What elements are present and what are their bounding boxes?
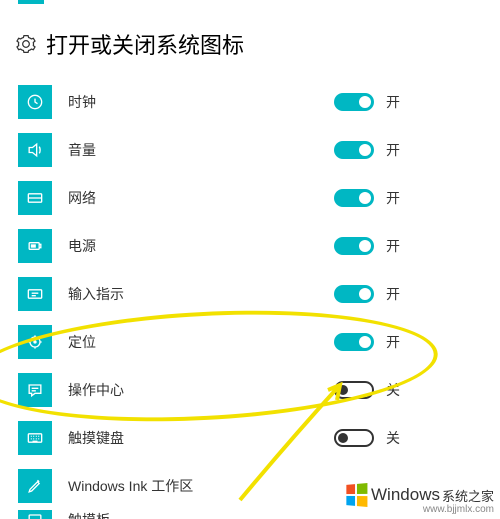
- watermark: Windows 系统之家 www.bjjmlx.com: [339, 480, 500, 519]
- network-icon: [18, 181, 52, 215]
- toggle-network[interactable]: [334, 189, 374, 207]
- toggle-volume[interactable]: [334, 141, 374, 159]
- toggle-touch-keyboard[interactable]: [334, 429, 374, 447]
- page-title: 打开或关闭系统图标: [46, 28, 244, 60]
- label-touch-keyboard: 触摸键盘: [68, 428, 334, 448]
- label-power: 电源: [68, 236, 334, 256]
- power-icon: [18, 229, 52, 263]
- state-action-center: 关: [386, 380, 400, 400]
- state-location: 开: [386, 332, 400, 352]
- volume-icon: [18, 133, 52, 167]
- windows-ink-icon: [18, 469, 52, 503]
- toggle-action-center[interactable]: [334, 381, 374, 399]
- toggle-ime[interactable]: [334, 285, 374, 303]
- row-ime: 输入指示 开: [18, 270, 500, 318]
- accent-bar-fragment: [18, 0, 44, 4]
- row-action-center: 操作中心 关: [18, 366, 500, 414]
- toggle-power[interactable]: [334, 237, 374, 255]
- watermark-suffix: 系统之家: [442, 486, 494, 505]
- toggle-location[interactable]: [334, 333, 374, 351]
- row-clock: 时钟 开: [18, 78, 500, 126]
- state-touch-keyboard: 关: [386, 428, 400, 448]
- input-indicator-icon: [18, 277, 52, 311]
- label-action-center: 操作中心: [68, 380, 334, 400]
- label-location: 定位: [68, 332, 334, 352]
- clock-icon: [18, 85, 52, 119]
- gear-icon: [16, 34, 36, 54]
- label-network: 网络: [68, 188, 334, 208]
- state-ime: 开: [386, 284, 400, 304]
- label-volume: 音量: [68, 140, 334, 160]
- settings-list: 时钟 开 音量 开 网络 开 电源 开: [0, 72, 500, 519]
- row-power: 电源 开: [18, 222, 500, 270]
- state-volume: 开: [386, 140, 400, 160]
- label-ime: 输入指示: [68, 284, 334, 304]
- state-network: 开: [386, 188, 400, 208]
- location-icon: [18, 325, 52, 359]
- touch-keyboard-icon: [18, 421, 52, 455]
- label-clock: 时钟: [68, 92, 334, 112]
- row-volume: 音量 开: [18, 126, 500, 174]
- touchpad-icon: [18, 510, 52, 519]
- watermark-url: www.bjjmlx.com: [423, 504, 494, 515]
- row-network: 网络 开: [18, 174, 500, 222]
- action-center-icon: [18, 373, 52, 407]
- toggle-clock[interactable]: [334, 93, 374, 111]
- row-touch-keyboard: 触摸键盘 关: [18, 414, 500, 462]
- state-power: 开: [386, 236, 400, 256]
- page-header: 打开或关闭系统图标: [0, 0, 500, 72]
- state-clock: 开: [386, 92, 400, 112]
- watermark-brand: Windows: [371, 485, 440, 505]
- windows-logo-icon: [346, 483, 367, 507]
- row-location: 定位 开: [18, 318, 500, 366]
